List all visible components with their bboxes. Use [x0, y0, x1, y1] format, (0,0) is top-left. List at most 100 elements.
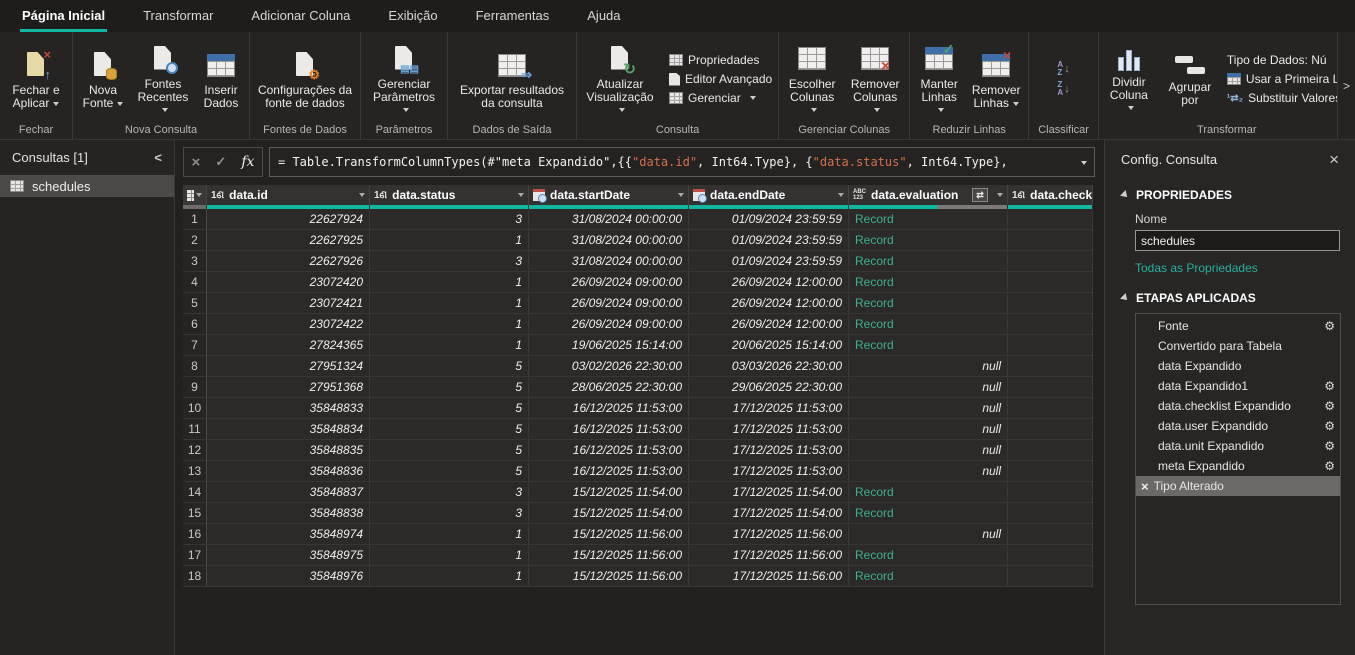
- tab-ajuda[interactable]: Ajuda: [585, 1, 622, 32]
- column-header-data.id[interactable]: data.id: [207, 185, 370, 205]
- cell[interactable]: 35848835: [207, 440, 370, 460]
- cell[interactable]: 17/12/2025 11:53:00: [689, 419, 849, 439]
- cell[interactable]: 15/12/2025 11:56:00: [529, 566, 689, 586]
- row-number[interactable]: 8: [183, 356, 207, 376]
- row-number[interactable]: 3: [183, 251, 207, 271]
- query-name-input[interactable]: [1135, 230, 1340, 251]
- cell[interactable]: 01/09/2024 23:59:59: [689, 209, 849, 229]
- cell[interactable]: 16/12/2025 11:53:00: [529, 419, 689, 439]
- recent-sources-button[interactable]: Fontes Recentes: [132, 41, 194, 118]
- cell[interactable]: [1008, 230, 1093, 250]
- cell[interactable]: 16/12/2025 11:53:00: [529, 398, 689, 418]
- cell[interactable]: 5: [370, 440, 529, 460]
- row-number[interactable]: 15: [183, 503, 207, 523]
- enter-data-button[interactable]: Inserir Dados: [196, 47, 246, 111]
- cell[interactable]: 35848837: [207, 482, 370, 502]
- applied-step-data-user-expandido[interactable]: data.user Expandido: [1136, 416, 1340, 436]
- row-number[interactable]: 4: [183, 272, 207, 292]
- cell[interactable]: 17/12/2025 11:53:00: [689, 461, 849, 481]
- record-link[interactable]: Record: [849, 482, 1008, 502]
- tab-ferramentas[interactable]: Ferramentas: [474, 1, 552, 32]
- cancel-formula-icon[interactable]: [192, 154, 201, 171]
- cell[interactable]: 35848975: [207, 545, 370, 565]
- cell[interactable]: 35848833: [207, 398, 370, 418]
- group-by-button[interactable]: Agrupar por: [1162, 50, 1218, 108]
- cell[interactable]: 15/12/2025 11:54:00: [529, 482, 689, 502]
- cell[interactable]: 26/09/2024 09:00:00: [529, 293, 689, 313]
- close-panel-icon[interactable]: [1329, 151, 1339, 168]
- row-number[interactable]: 14: [183, 482, 207, 502]
- cell[interactable]: [1008, 545, 1093, 565]
- cell[interactable]: 17/12/2025 11:54:00: [689, 503, 849, 523]
- cell[interactable]: 22627926: [207, 251, 370, 271]
- cell[interactable]: [1008, 566, 1093, 586]
- cell[interactable]: 16/12/2025 11:53:00: [529, 461, 689, 481]
- cell[interactable]: 15/12/2025 11:54:00: [529, 503, 689, 523]
- cell[interactable]: 1: [370, 293, 529, 313]
- cell[interactable]: 35848836: [207, 461, 370, 481]
- cell[interactable]: 5: [370, 377, 529, 397]
- properties-button[interactable]: Propriedades: [666, 51, 775, 70]
- record-link[interactable]: Record: [849, 335, 1008, 355]
- cell[interactable]: [1008, 335, 1093, 355]
- all-properties-link[interactable]: Todas as Propriedades: [1135, 261, 1339, 275]
- record-link[interactable]: Record: [849, 251, 1008, 271]
- cell[interactable]: 26/09/2024 09:00:00: [529, 314, 689, 334]
- remove-rows-button[interactable]: × Remover Linhas: [967, 47, 1025, 111]
- cell[interactable]: null: [849, 524, 1008, 544]
- cell[interactable]: 35848976: [207, 566, 370, 586]
- column-header-data.startDate[interactable]: data.startDate: [529, 185, 689, 205]
- applied-step-tipo-alterado[interactable]: Tipo Alterado: [1136, 476, 1340, 496]
- cell[interactable]: 3: [370, 503, 529, 523]
- cell[interactable]: 35848974: [207, 524, 370, 544]
- formula-expand-caret[interactable]: [1081, 161, 1087, 165]
- cell[interactable]: 1: [370, 314, 529, 334]
- cell[interactable]: 19/06/2025 15:14:00: [529, 335, 689, 355]
- record-link[interactable]: Record: [849, 272, 1008, 292]
- tab-transformar[interactable]: Transformar: [141, 1, 215, 32]
- applied-step-data-unit-expandido[interactable]: data.unit Expandido: [1136, 436, 1340, 456]
- column-header-data.evaluation[interactable]: ABC 123 data.evaluation: [849, 185, 1008, 205]
- column-header-data.endDate[interactable]: data.endDate: [689, 185, 849, 205]
- cell[interactable]: 17/12/2025 11:53:00: [689, 398, 849, 418]
- cell[interactable]: [1008, 524, 1093, 544]
- record-link[interactable]: Record: [849, 503, 1008, 523]
- applied-step-convertido-para-tabela[interactable]: Convertido para Tabela: [1136, 336, 1340, 356]
- cell[interactable]: null: [849, 461, 1008, 481]
- cell[interactable]: 27951368: [207, 377, 370, 397]
- row-number[interactable]: 12: [183, 440, 207, 460]
- cell[interactable]: 27951324: [207, 356, 370, 376]
- step-settings-gear-icon[interactable]: [1324, 379, 1335, 393]
- remove-columns-button[interactable]: × Remover Colunas: [844, 41, 906, 118]
- cell[interactable]: [1008, 272, 1093, 292]
- column-header-data.status[interactable]: data.status: [370, 185, 529, 205]
- cell[interactable]: null: [849, 377, 1008, 397]
- applied-step-data-expandido1[interactable]: data Expandido1: [1136, 376, 1340, 396]
- row-number[interactable]: 7: [183, 335, 207, 355]
- advanced-editor-button[interactable]: Editor Avançado: [666, 70, 775, 89]
- cell[interactable]: null: [849, 398, 1008, 418]
- cell[interactable]: 03/02/2026 22:30:00: [529, 356, 689, 376]
- cell[interactable]: 26/09/2024 09:00:00: [529, 272, 689, 292]
- cell[interactable]: 01/09/2024 23:59:59: [689, 251, 849, 271]
- record-link[interactable]: Record: [849, 314, 1008, 334]
- data-type-button[interactable]: Tipo de Dados: Nú: [1224, 51, 1337, 70]
- cell[interactable]: 22627924: [207, 209, 370, 229]
- collapse-pane-icon[interactable]: [154, 150, 162, 165]
- cell[interactable]: 5: [370, 461, 529, 481]
- cell[interactable]: [1008, 503, 1093, 523]
- applied-steps-section-header[interactable]: ETAPAS APLICADAS: [1120, 291, 1339, 305]
- cell[interactable]: 28/06/2025 22:30:00: [529, 377, 689, 397]
- tab-adicionar-coluna[interactable]: Adicionar Coluna: [249, 1, 352, 32]
- cell[interactable]: 15/12/2025 11:56:00: [529, 545, 689, 565]
- cell[interactable]: [1008, 398, 1093, 418]
- cell[interactable]: 5: [370, 356, 529, 376]
- cell[interactable]: [1008, 440, 1093, 460]
- delete-step-icon[interactable]: [1141, 479, 1149, 494]
- sort-ascending-button[interactable]: A Z ↓: [1057, 61, 1069, 77]
- cell[interactable]: 3: [370, 209, 529, 229]
- expand-column-icon[interactable]: [972, 188, 988, 202]
- step-settings-gear-icon[interactable]: [1324, 459, 1335, 473]
- cell[interactable]: [1008, 314, 1093, 334]
- cell[interactable]: null: [849, 440, 1008, 460]
